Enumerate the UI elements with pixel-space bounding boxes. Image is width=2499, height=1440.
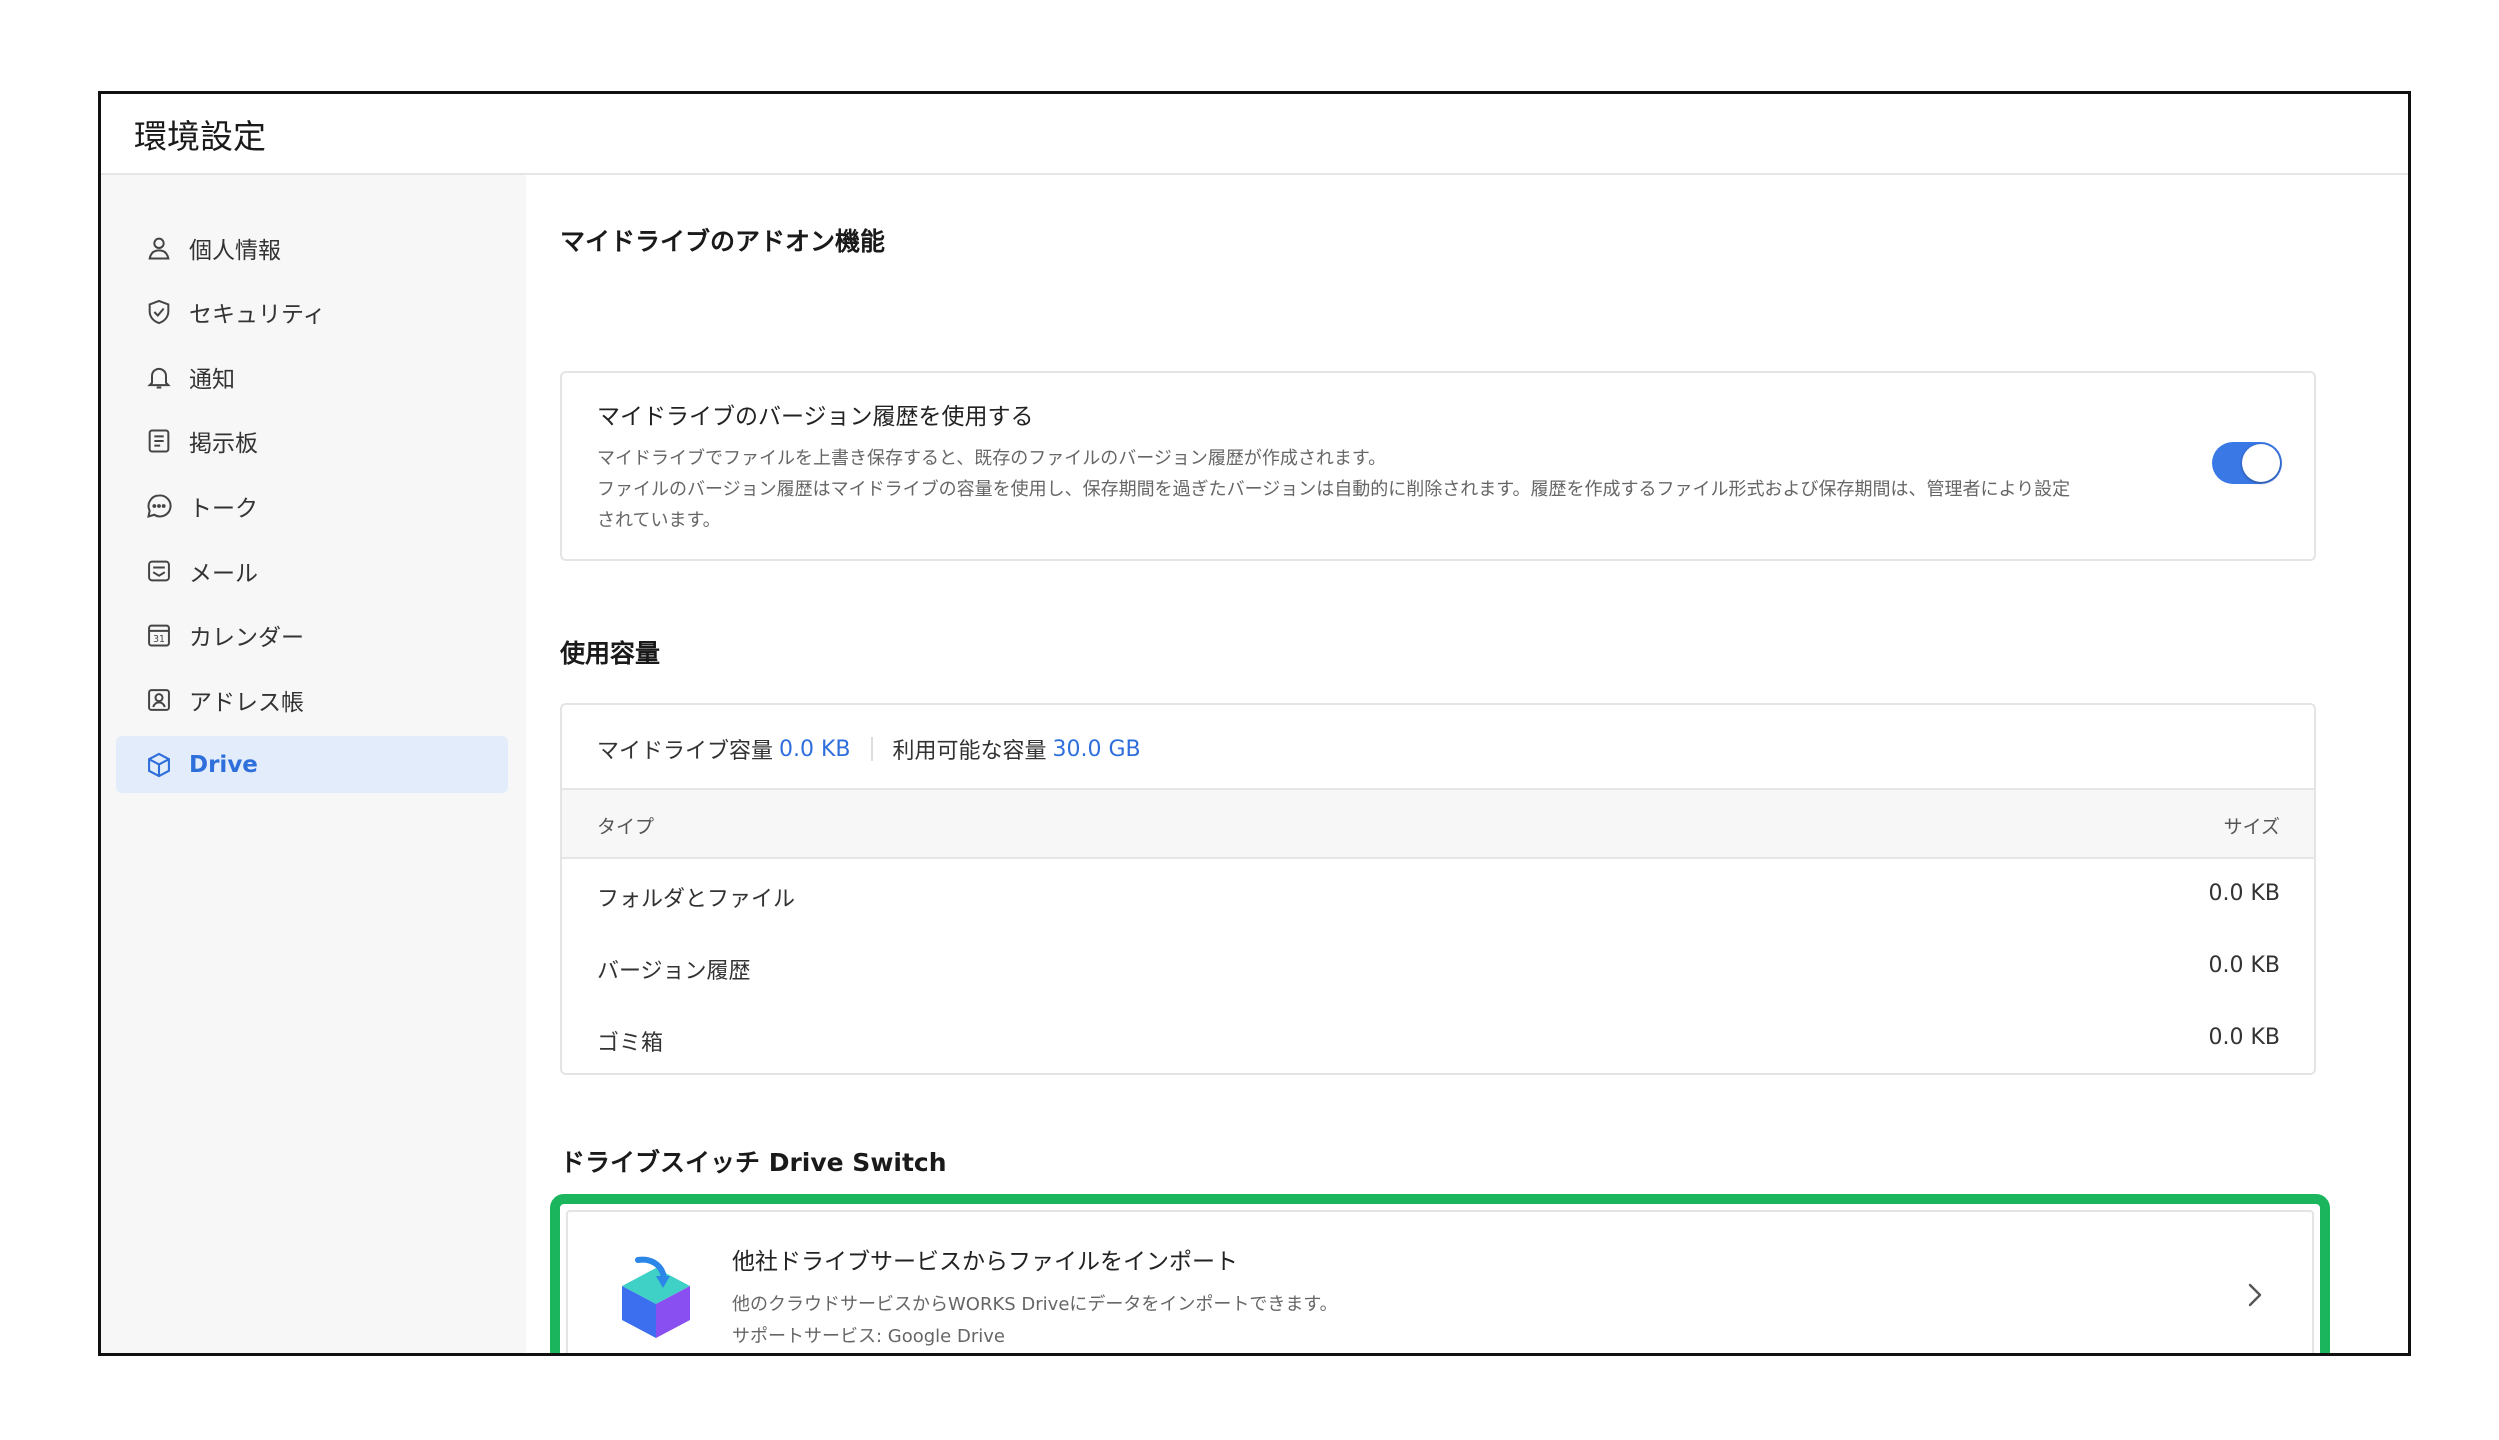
version-history-card: マイドライブのバージョン履歴を使用する マイドライブでファイルを上書き保存すると… bbox=[560, 371, 2316, 561]
calendar-icon: 31 bbox=[143, 619, 175, 651]
usage-section-title: 使用容量 bbox=[560, 639, 661, 668]
sidebar-item-talk[interactable]: トーク bbox=[116, 477, 508, 534]
column-header-type: タイプ bbox=[597, 816, 655, 838]
sidebar-item-label: カレンダー bbox=[189, 624, 304, 651]
my-drive-capacity-label: マイドライブ容量 bbox=[597, 739, 774, 764]
toggle-knob bbox=[2242, 444, 2280, 482]
table-row: バージョン履歴 0.0 KB bbox=[562, 933, 2314, 1005]
board-icon bbox=[143, 425, 175, 457]
version-history-toggle[interactable] bbox=[2212, 442, 2282, 484]
sidebar-item-address-book[interactable]: アドレス帳 bbox=[116, 671, 508, 728]
column-header-size: サイズ bbox=[2223, 816, 2280, 838]
address-book-icon bbox=[143, 684, 175, 716]
sidebar-item-label: Drive bbox=[189, 751, 258, 778]
bell-icon bbox=[143, 361, 175, 393]
mail-icon bbox=[143, 555, 175, 587]
table-row: ゴミ箱 0.0 KB bbox=[562, 1005, 2314, 1077]
version-history-description: マイドライブでファイルを上書き保存すると、既存のファイルのバージョン履歴が作成さ… bbox=[597, 448, 2071, 531]
available-capacity-label: 利用可能な容量 bbox=[892, 739, 1047, 764]
window-title: 環境設定 bbox=[134, 117, 266, 156]
settings-content: マイドライブのアドオン機能 マイドライブのバージョン履歴を使用する マイドライブ… bbox=[526, 175, 2408, 1353]
sidebar-item-label: セキュリティ bbox=[189, 301, 326, 328]
usage-summary: マイドライブ容量 0.0 KB 利用可能な容量 30.0 GB bbox=[597, 733, 1141, 765]
sidebar-item-label: メール bbox=[189, 560, 258, 587]
person-icon bbox=[143, 232, 175, 264]
table-row: フォルダとファイル 0.0 KB bbox=[562, 861, 2314, 933]
row-type: ゴミ箱 bbox=[597, 1031, 664, 1056]
shield-check-icon bbox=[143, 296, 175, 328]
chevron-right-icon bbox=[2248, 1283, 2262, 1307]
usage-table-header: タイプ サイズ bbox=[562, 788, 2314, 859]
sidebar-item-label: トーク bbox=[189, 495, 258, 522]
settings-window: 環境設定 個人情報 セキュリティ 通知 掲示板 トーク メール 31 カレンダー… bbox=[98, 91, 2411, 1356]
import-card-support: サポートサービス: Google Drive bbox=[732, 1326, 1005, 1347]
sidebar-item-calendar[interactable]: 31 カレンダー bbox=[116, 606, 508, 663]
import-card-title: 他社ドライブサービスからファイルをインポート bbox=[732, 1249, 1238, 1275]
row-size: 0.0 KB bbox=[2208, 1025, 2281, 1050]
import-from-other-drive-card[interactable]: 他社ドライブサービスからファイルをインポート 他のクラウドサービスからWORKS… bbox=[566, 1210, 2314, 1353]
import-card-description: 他のクラウドサービスからWORKS Driveにデータをインポートできます。 bbox=[732, 1294, 1338, 1315]
window-titlebar: 環境設定 bbox=[101, 94, 2408, 175]
sidebar-item-label: 掲示板 bbox=[189, 430, 258, 457]
addon-section-title: マイドライブのアドオン機能 bbox=[560, 227, 886, 256]
highlight-box: 他社ドライブサービスからファイルをインポート 他のクラウドサービスからWORKS… bbox=[550, 1194, 2330, 1353]
my-drive-capacity-value: 0.0 KB bbox=[779, 736, 851, 762]
sidebar-item-drive[interactable]: Drive bbox=[116, 736, 508, 793]
available-capacity-value: 30.0 GB bbox=[1052, 736, 1141, 762]
row-type: フォルダとファイル bbox=[597, 887, 796, 912]
sidebar-item-personal-info[interactable]: 個人情報 bbox=[116, 219, 508, 276]
drive-switch-cube-icon bbox=[622, 1256, 690, 1338]
row-size: 0.0 KB bbox=[2208, 881, 2281, 906]
row-type: バージョン履歴 bbox=[597, 959, 751, 984]
sidebar-item-notifications[interactable]: 通知 bbox=[116, 348, 508, 405]
sidebar-item-mail[interactable]: メール bbox=[116, 542, 508, 599]
chat-bubble-icon bbox=[143, 490, 175, 522]
summary-divider bbox=[870, 737, 873, 761]
row-size: 0.0 KB bbox=[2208, 953, 2281, 978]
svg-text:31: 31 bbox=[153, 634, 165, 645]
sidebar-item-board[interactable]: 掲示板 bbox=[116, 412, 508, 469]
sidebar-item-security[interactable]: セキュリティ bbox=[116, 283, 508, 340]
version-history-title: マイドライブのバージョン履歴を使用する bbox=[597, 404, 1034, 430]
sidebar-item-label: アドレス帳 bbox=[189, 689, 304, 716]
settings-sidebar: 個人情報 セキュリティ 通知 掲示板 トーク メール 31 カレンダー アドレス… bbox=[101, 175, 526, 1353]
drive-switch-section-title: ドライブスイッチ Drive Switch bbox=[560, 1148, 947, 1177]
sidebar-item-label: 通知 bbox=[189, 366, 235, 393]
sidebar-item-label: 個人情報 bbox=[189, 237, 281, 264]
cube-icon bbox=[143, 749, 175, 781]
usage-card: マイドライブ容量 0.0 KB 利用可能な容量 30.0 GB タイプ サイズ … bbox=[560, 703, 2316, 1075]
